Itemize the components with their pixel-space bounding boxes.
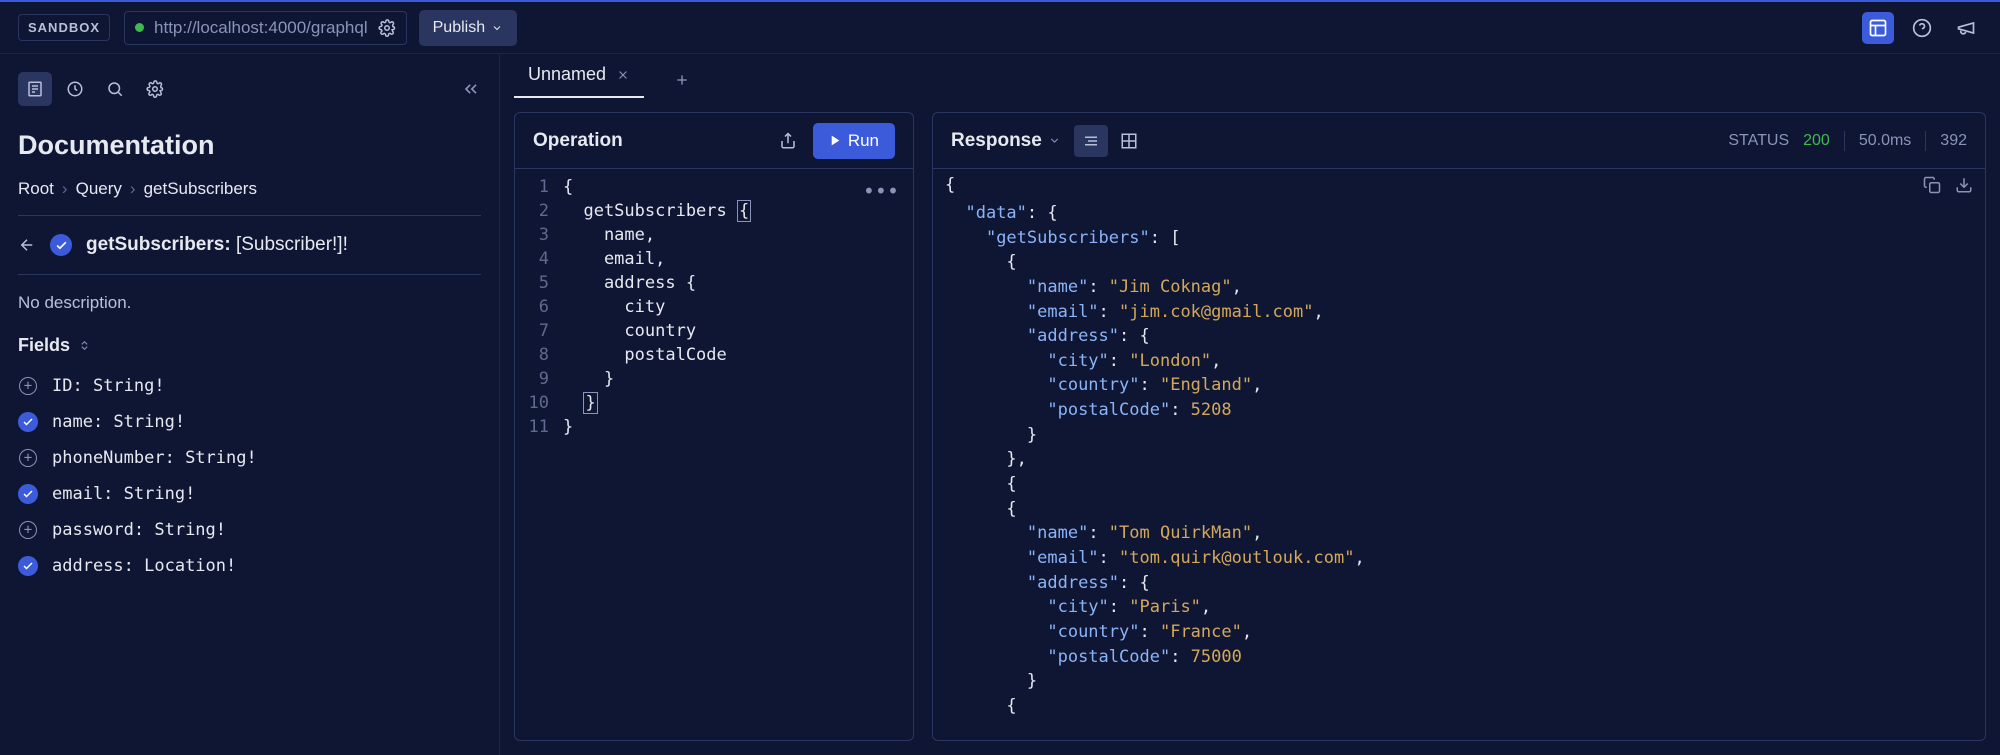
field-type[interactable]: String! [113,484,195,504]
no-description-text: No description. [18,293,481,313]
breadcrumb: Root › Query › getSubscribers [18,179,481,216]
field-name: name: [52,412,103,432]
documentation-sidebar: Documentation Root › Query › getSubscrib… [0,54,500,755]
response-title: Response [951,130,1042,152]
tab-bar: Unnamed [500,54,2000,98]
return-type[interactable]: [Subscriber!]! [236,234,348,255]
endpoint-settings-icon[interactable] [378,19,396,37]
explorer-icon[interactable] [1862,12,1894,44]
publish-label: Publish [433,19,485,37]
more-options-icon[interactable]: ••• [863,179,899,203]
response-root-brace: { [945,175,955,195]
breadcrumb-current: getSubscribers [144,179,257,199]
chevron-down-icon [491,22,503,34]
status-dot-icon [135,23,144,32]
run-button[interactable]: Run [813,123,895,159]
field-name: email: [52,484,113,504]
tab-unnamed[interactable]: Unnamed [514,53,644,98]
field-name: ID: [52,376,83,396]
search-icon[interactable] [98,72,132,106]
field-row[interactable]: ID: String! [18,368,481,404]
field-name: phoneNumber: [52,448,175,468]
collapse-sidebar-icon[interactable] [461,79,481,99]
operation-title: Operation [533,130,623,152]
operation-panel: Operation Run ••• 1{2 getSubscribers {3 … [514,112,914,741]
endpoint-input[interactable]: http://localhost:4000/graphql [124,11,407,45]
field-type[interactable]: String! [103,412,185,432]
field-type[interactable]: String! [175,448,257,468]
play-icon [829,134,842,147]
operation-editor[interactable]: ••• 1{2 getSubscribers {3 name,4 email,5… [515,169,913,740]
add-tab-icon[interactable] [664,62,700,98]
field-type[interactable]: String! [144,520,226,540]
download-response-icon[interactable] [1955,176,1973,194]
response-panel: Response STATUS 200 50.0m [932,112,1986,741]
field-selected-icon[interactable] [18,412,38,432]
view-table-icon[interactable] [1112,125,1146,157]
field-add-icon[interactable] [18,376,38,396]
chevron-down-icon[interactable] [1048,134,1061,147]
settings-icon[interactable] [138,72,172,106]
field-row[interactable]: password: String! [18,512,481,548]
field-selected-icon[interactable] [18,556,38,576]
topbar: SANDBOX http://localhost:4000/graphql Pu… [0,0,2000,54]
status-label: STATUS [1728,132,1789,150]
field-name: address: [52,556,134,576]
response-time: 50.0ms [1859,132,1911,150]
field-selected-icon[interactable] [18,484,38,504]
type-heading: getSubscribers: [Subscriber!]! [18,216,481,275]
selected-check-icon[interactable] [50,234,72,256]
history-icon[interactable] [58,72,92,106]
copy-response-icon[interactable] [1923,176,1941,194]
field-add-icon[interactable] [18,520,38,540]
field-type[interactable]: Location! [134,556,236,576]
sandbox-badge: SANDBOX [18,14,110,41]
tab-label: Unnamed [528,64,606,85]
announcement-icon[interactable] [1950,12,1982,44]
field-row[interactable]: name: String! [18,404,481,440]
sort-icon[interactable] [78,339,91,352]
field-row[interactable]: phoneNumber: String! [18,440,481,476]
breadcrumb-separator-icon: › [62,179,68,199]
run-label: Run [848,131,879,151]
close-tab-icon[interactable] [616,68,630,82]
breadcrumb-root[interactable]: Root [18,179,54,199]
response-size: 392 [1940,132,1967,150]
share-icon[interactable] [773,126,803,156]
field-add-icon[interactable] [18,448,38,468]
fields-heading: Fields [18,335,481,356]
endpoint-url: http://localhost:4000/graphql [154,18,368,38]
field-type[interactable]: String! [83,376,165,396]
response-body[interactable]: "data": { "getSubscribers": [ { "name": … [933,201,1985,740]
field-row[interactable]: email: String! [18,476,481,512]
operation-name: getSubscribers: [86,234,231,255]
breadcrumb-query[interactable]: Query [76,179,122,199]
field-name: password: [52,520,144,540]
field-row[interactable]: address: Location! [18,548,481,584]
documentation-title: Documentation [18,130,481,161]
back-arrow-icon[interactable] [18,236,36,254]
view-json-icon[interactable] [1074,125,1108,157]
status-code: 200 [1803,132,1830,150]
docs-tab-icon[interactable] [18,72,52,106]
fields-label: Fields [18,335,70,356]
breadcrumb-separator-icon: › [130,179,136,199]
help-icon[interactable] [1906,12,1938,44]
publish-button[interactable]: Publish [419,10,517,46]
